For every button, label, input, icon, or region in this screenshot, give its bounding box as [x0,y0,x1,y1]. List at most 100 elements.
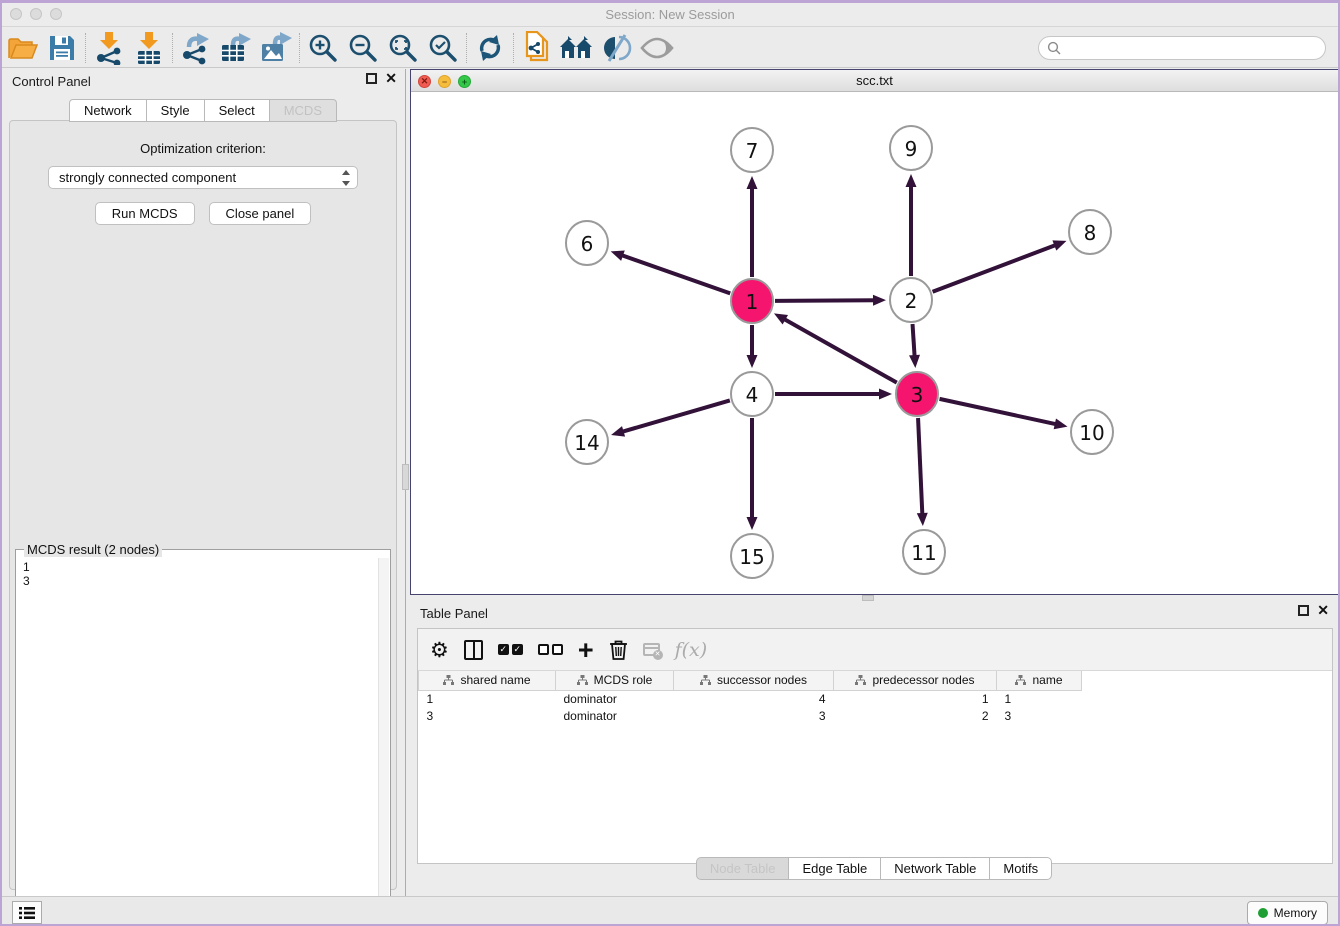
mcds-result-text[interactable]: 1 3 [17,558,378,926]
search-field[interactable] [1038,36,1326,60]
table-cell[interactable]: 3 [997,707,1082,724]
tab-edge-table[interactable]: Edge Table [788,857,881,880]
column-header[interactable]: successor nodes [674,671,834,690]
graph-edge[interactable] [783,318,897,382]
table-settings-icon[interactable]: ⚙ [430,636,449,664]
edge-arrowhead-icon [747,176,758,189]
column-header[interactable]: name [997,671,1082,690]
tab-style[interactable]: Style [146,99,205,122]
zoom-in-icon[interactable] [303,31,343,65]
node-label: 4 [746,383,759,407]
network-window-titlebar[interactable]: ✕ − + scc.txt [411,70,1338,92]
show-panel-icon[interactable] [637,31,677,65]
graph-node-10[interactable]: 10 [1071,410,1113,454]
graph-node-4[interactable]: 4 [731,372,773,416]
graph-edge[interactable] [621,400,730,432]
run-mcds-button[interactable]: Run MCDS [95,202,195,225]
select-stepper-icon [341,170,351,186]
graph-node-7[interactable]: 7 [731,128,773,172]
graph-edge[interactable] [620,255,730,294]
edge-arrowhead-icon [873,295,886,306]
table-close-panel-icon[interactable]: ✕ [1317,605,1329,616]
column-header[interactable]: shared name [419,671,556,690]
node-label: 10 [1079,421,1104,445]
export-table-icon[interactable] [216,31,256,65]
import-table-icon[interactable] [129,31,169,65]
graph-node-2[interactable]: 2 [890,278,932,322]
tab-node-table[interactable]: Node Table [696,857,790,880]
export-image-icon[interactable] [256,31,296,65]
zoom-selected-icon[interactable] [423,31,463,65]
table-float-panel-icon[interactable] [1298,605,1309,616]
table-cell[interactable]: 2 [834,707,997,724]
edge-arrowhead-icon [1054,419,1068,430]
table-cell[interactable]: 3 [419,707,556,724]
new-network-from-selection-icon[interactable] [517,31,557,65]
zoom-out-icon[interactable] [343,31,383,65]
graph-node-9[interactable]: 9 [890,126,932,170]
tab-network-table[interactable]: Network Table [880,857,990,880]
function-builder-icon: f(x) [675,636,708,664]
result-scrollbar[interactable] [378,558,389,926]
open-browser-icon[interactable] [557,31,597,65]
memory-status-icon [1258,908,1268,918]
task-history-button[interactable] [12,901,42,924]
splitter-grip[interactable] [402,464,409,490]
select-all-icon[interactable]: ✓✓ [498,636,523,664]
graph-edge[interactable] [775,300,876,301]
graph-node-8[interactable]: 8 [1069,210,1111,254]
import-network-icon[interactable] [89,31,129,65]
zoom-fit-icon[interactable] [383,31,423,65]
close-panel-icon[interactable]: ✕ [385,73,397,84]
open-session-icon[interactable] [2,31,42,65]
tab-select[interactable]: Select [204,99,270,122]
memory-button[interactable]: Memory [1247,901,1328,925]
network-graph[interactable]: 7 9 6 8 1 2 4 3 14 10 15 11 [411,92,1338,594]
table-cell[interactable]: dominator [556,690,674,707]
graph-node-3[interactable]: 3 [896,372,938,416]
table-cell[interactable]: 3 [674,707,834,724]
edge-arrowhead-icon [747,517,758,530]
table-cell[interactable]: 1 [419,690,556,707]
panel-splitter[interactable] [402,69,409,896]
search-input[interactable] [1066,41,1325,55]
tab-network[interactable]: Network [69,99,147,122]
criterion-select[interactable]: strongly connected component [48,166,358,189]
table-cell[interactable]: 1 [834,690,997,707]
graph-node-6[interactable]: 6 [566,221,608,265]
column-visibility-icon[interactable] [464,636,483,664]
export-network-icon[interactable] [176,31,216,65]
refresh-icon[interactable] [470,31,510,65]
sort-icon [855,675,866,685]
close-panel-button[interactable]: Close panel [209,202,312,225]
graph-node-15[interactable]: 15 [731,534,773,578]
network-canvas[interactable]: 7 9 6 8 1 2 4 3 14 10 15 11 [411,92,1338,594]
table-cell[interactable]: dominator [556,707,674,724]
column-header[interactable]: predecessor nodes [834,671,997,690]
deselect-all-icon[interactable] [538,636,563,664]
table-cell[interactable]: 4 [674,690,834,707]
node-label: 11 [911,541,936,565]
delete-table-icon [643,636,660,664]
table-cell[interactable]: 1 [997,690,1082,707]
column-header[interactable]: MCDS role [556,671,674,690]
table-row[interactable]: 3dominator323 [419,707,1082,724]
graph-edge[interactable] [918,418,922,516]
graph-edge[interactable] [940,399,1058,425]
hide-panels-icon[interactable] [597,31,637,65]
delete-row-icon[interactable] [609,636,628,664]
save-session-icon[interactable] [42,31,82,65]
edge-arrowhead-icon [1052,240,1066,250]
graph-node-14[interactable]: 14 [566,420,608,464]
table-row[interactable]: 1dominator411 [419,690,1082,707]
graph-edge[interactable] [933,244,1058,291]
add-row-icon[interactable]: + [578,636,594,664]
mcds-panel-body: Optimization criterion: strongly connect… [9,120,397,890]
float-panel-icon[interactable] [366,73,377,84]
tab-motifs[interactable]: Motifs [989,857,1052,880]
graph-node-1[interactable]: 1 [731,279,773,323]
graph-edge[interactable] [913,324,915,358]
tab-mcds[interactable]: MCDS [269,99,337,122]
node-label: 1 [746,290,759,314]
graph-node-11[interactable]: 11 [903,530,945,574]
